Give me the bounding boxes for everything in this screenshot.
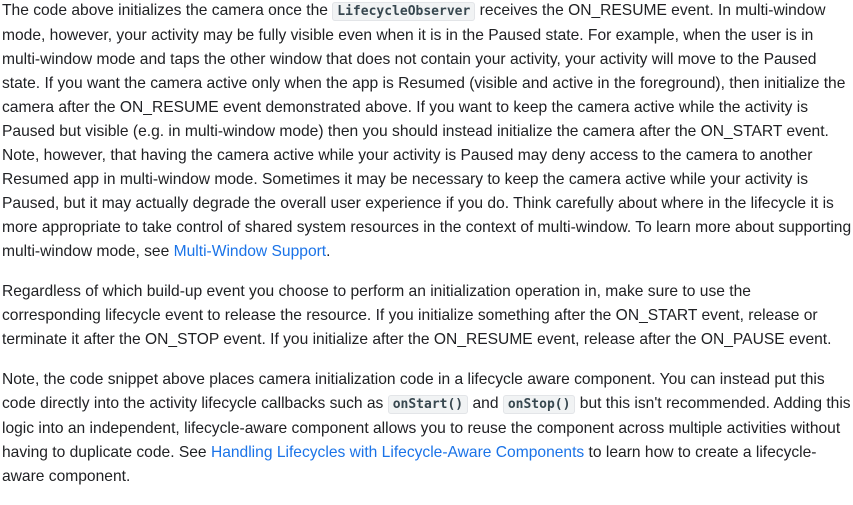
article-body: The code above initializes the camera on… <box>2 0 853 505</box>
paragraph-release-resource: Regardless of which build-up event you c… <box>2 283 832 348</box>
text-segment: and <box>468 395 503 412</box>
paragraph-lifecycle-aware-note: Note, the code snippet above places came… <box>2 368 853 489</box>
text-segment: . <box>326 243 331 260</box>
code-onstart: onStart() <box>387 395 469 414</box>
paragraph-multi-window: The code above initializes the camera on… <box>2 0 853 264</box>
code-lifecycleobserver: LifecycleObserver <box>332 2 476 21</box>
text-segment: The code above initializes the camera on… <box>2 2 333 19</box>
link-handling-lifecycles[interactable]: Handling Lifecycles with Lifecycle-Aware… <box>211 444 584 461</box>
text-segment: receives the ON_RESUME event. In multi-w… <box>2 2 852 260</box>
code-onstop: onStop() <box>502 395 576 414</box>
link-multi-window-support[interactable]: Multi-Window Support <box>174 243 327 260</box>
